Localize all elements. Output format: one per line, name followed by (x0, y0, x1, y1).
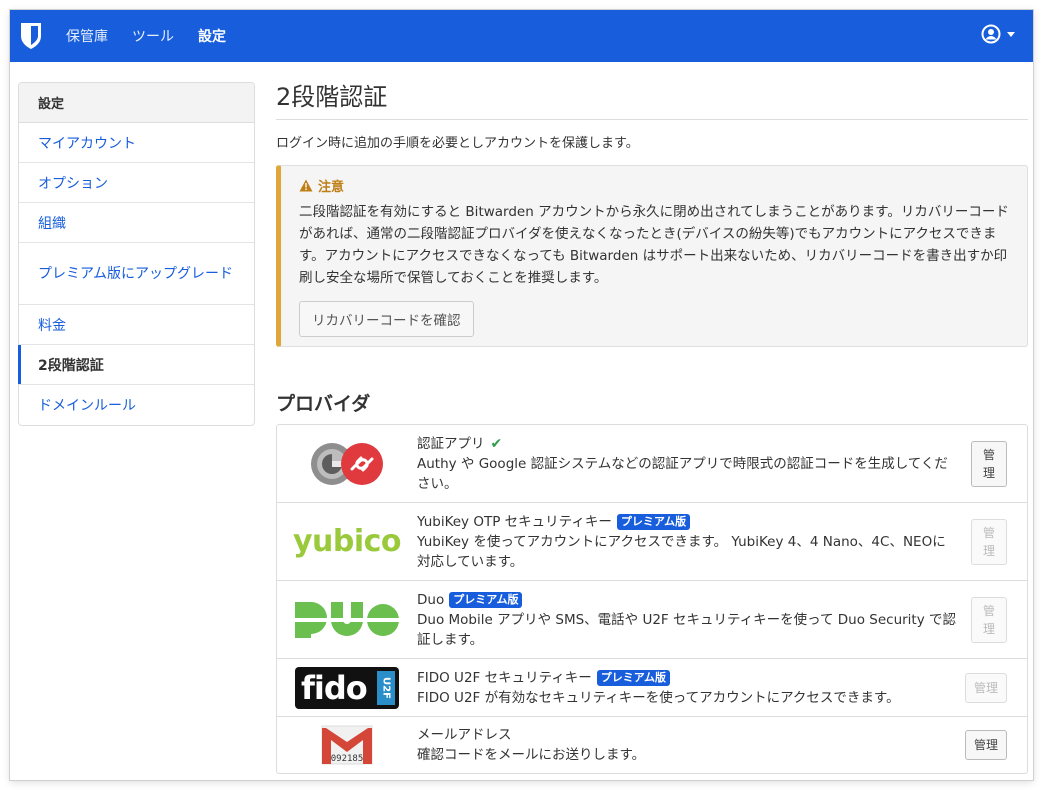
yubico-logo-icon: yubico (292, 524, 402, 559)
page-description: ログイン時に追加の手順を必要としアカウントを保護します。 (276, 136, 639, 151)
premium-badge: プレミアム版 (596, 669, 671, 686)
provider-info: Duo プレミアム版 Duo Mobile アプリや SMS、電話や U2F セキ… (417, 590, 957, 650)
providers-list: 認証アプリ ✔ Authy や Google 認証システムなどの認証アプリで時限式… (276, 424, 1028, 774)
manage-fido-button[interactable]: 管理 (964, 672, 1007, 703)
nav-settings[interactable]: 設定 (198, 26, 226, 46)
sidebar-item-two-step[interactable]: 2段階認証 (18, 345, 254, 385)
provider-name: YubiKey OTP セキュリティキー (417, 513, 612, 530)
provider-description: 確認コードをメールにお送りします。 (417, 747, 646, 763)
provider-name: FIDO U2F セキュリティキー (417, 669, 592, 686)
provider-description: Duo Mobile アプリや SMS、電話や U2F セキュリティキーを使って… (417, 611, 957, 648)
sidebar-item-billing[interactable]: 料金 (19, 305, 254, 345)
provider-name: 認証アプリ (417, 435, 485, 452)
provider-description: YubiKey を使ってアカウントにアクセスできます。 YubiKey 4、4 … (417, 533, 946, 570)
sidebar-item-my-account[interactable]: マイアカウント (19, 123, 254, 163)
sidebar-header: 設定 (19, 83, 254, 123)
provider-info: FIDO U2F セキュリティキー プレミアム版 FIDO U2F が有効なセキュ… (417, 668, 957, 708)
manage-duo-button[interactable]: 管 理 (971, 596, 1007, 643)
provider-yubikey: yubico YubiKey OTP セキュリティキー プレミアム版 YubiKe… (277, 503, 1027, 581)
sidebar-item-options[interactable]: オプション (19, 163, 254, 203)
warning-title-text: 注意 (318, 180, 345, 195)
main-content: 2段階認証 ログイン時に追加の手順を必要としアカウントを保護します。 注意 二段… (276, 82, 1028, 774)
duo-logo-icon (277, 601, 417, 638)
premium-badge: プレミアム版 (449, 591, 523, 608)
chevron-down-icon (1007, 31, 1015, 37)
manage-yubikey-button[interactable]: 管 理 (971, 518, 1007, 565)
manage-email-button[interactable]: 管理 (964, 730, 1007, 760)
authenticator-logo-icon (277, 441, 417, 487)
warning-body: 二段階認証を有効にすると Bitwarden アカウントから永久に閉め出されてし… (299, 204, 1009, 286)
warning-title: 注意 (299, 176, 1009, 195)
provider-email: 092185 メールアドレス 確認コードをメールにお送りします。 管理 (277, 717, 1027, 773)
provider-name: Duo (417, 591, 445, 608)
premium-badge: プレミアム版 (616, 513, 691, 530)
top-navbar: 保管庫 ツール 設定 (10, 10, 1033, 62)
provider-info: 認証アプリ ✔ Authy や Google 認証システムなどの認証アプリで時限式… (417, 434, 957, 494)
warning-icon (299, 179, 313, 192)
fido-u2f-logo-icon: fido U2F (277, 666, 417, 709)
provider-authenticator: 認証アプリ ✔ Authy や Google 認証システムなどの認証アプリで時限式… (277, 425, 1027, 503)
nav-links: 保管庫 ツール 設定 (66, 26, 250, 46)
nav-tools[interactable]: ツール (132, 26, 174, 46)
check-icon: ✔ (490, 435, 503, 452)
provider-info: メールアドレス 確認コードをメールにお送りします。 (417, 725, 957, 765)
providers-heading: プロバイダ (276, 393, 371, 415)
page-title: 2段階認証 (276, 82, 1028, 120)
svg-text:092185: 092185 (331, 754, 364, 764)
provider-fido-u2f: fido U2F FIDO U2F セキュリティキー プレミアム版 FIDO U2… (277, 659, 1027, 717)
view-recovery-code-button[interactable]: リカバリーコードを確認 (299, 301, 474, 337)
sidebar-item-domain-rules[interactable]: ドメインルール (19, 385, 254, 425)
sidebar-item-premium[interactable]: プレミアム版にアップグレード (19, 243, 254, 305)
settings-sidebar: 設定 マイアカウント オプション 組織 プレミアム版にアップグレード 料金 2段… (18, 82, 255, 426)
gmail-logo-icon: 092185 (277, 724, 417, 766)
provider-description: Authy や Google 認証システムなどの認証アプリで時限式の認証コードを… (417, 455, 948, 492)
provider-name: メールアドレス (417, 727, 512, 743)
provider-info: YubiKey OTP セキュリティキー プレミアム版 YubiKey を使ってア… (417, 512, 957, 572)
bitwarden-logo-icon[interactable] (18, 22, 44, 50)
user-circle-icon (981, 24, 1001, 44)
provider-duo: Duo プレミアム版 Duo Mobile アプリや SMS、電話や U2F セキ… (277, 581, 1027, 659)
account-menu[interactable] (981, 24, 1015, 44)
sidebar-item-organizations[interactable]: 組織 (19, 203, 254, 243)
manage-authenticator-button[interactable]: 管 理 (971, 440, 1007, 487)
app-window: 保管庫 ツール 設定 設定 マイアカウント オプション 組織 プレミアム版にアッ… (10, 10, 1033, 780)
nav-vault[interactable]: 保管庫 (66, 26, 108, 46)
warning-callout: 注意 二段階認証を有効にすると Bitwarden アカウントから永久に閉め出さ… (276, 165, 1028, 347)
provider-description: FIDO U2F が有効なセキュリティキーを使ってアカウントにアクセスできます。 (417, 689, 900, 706)
